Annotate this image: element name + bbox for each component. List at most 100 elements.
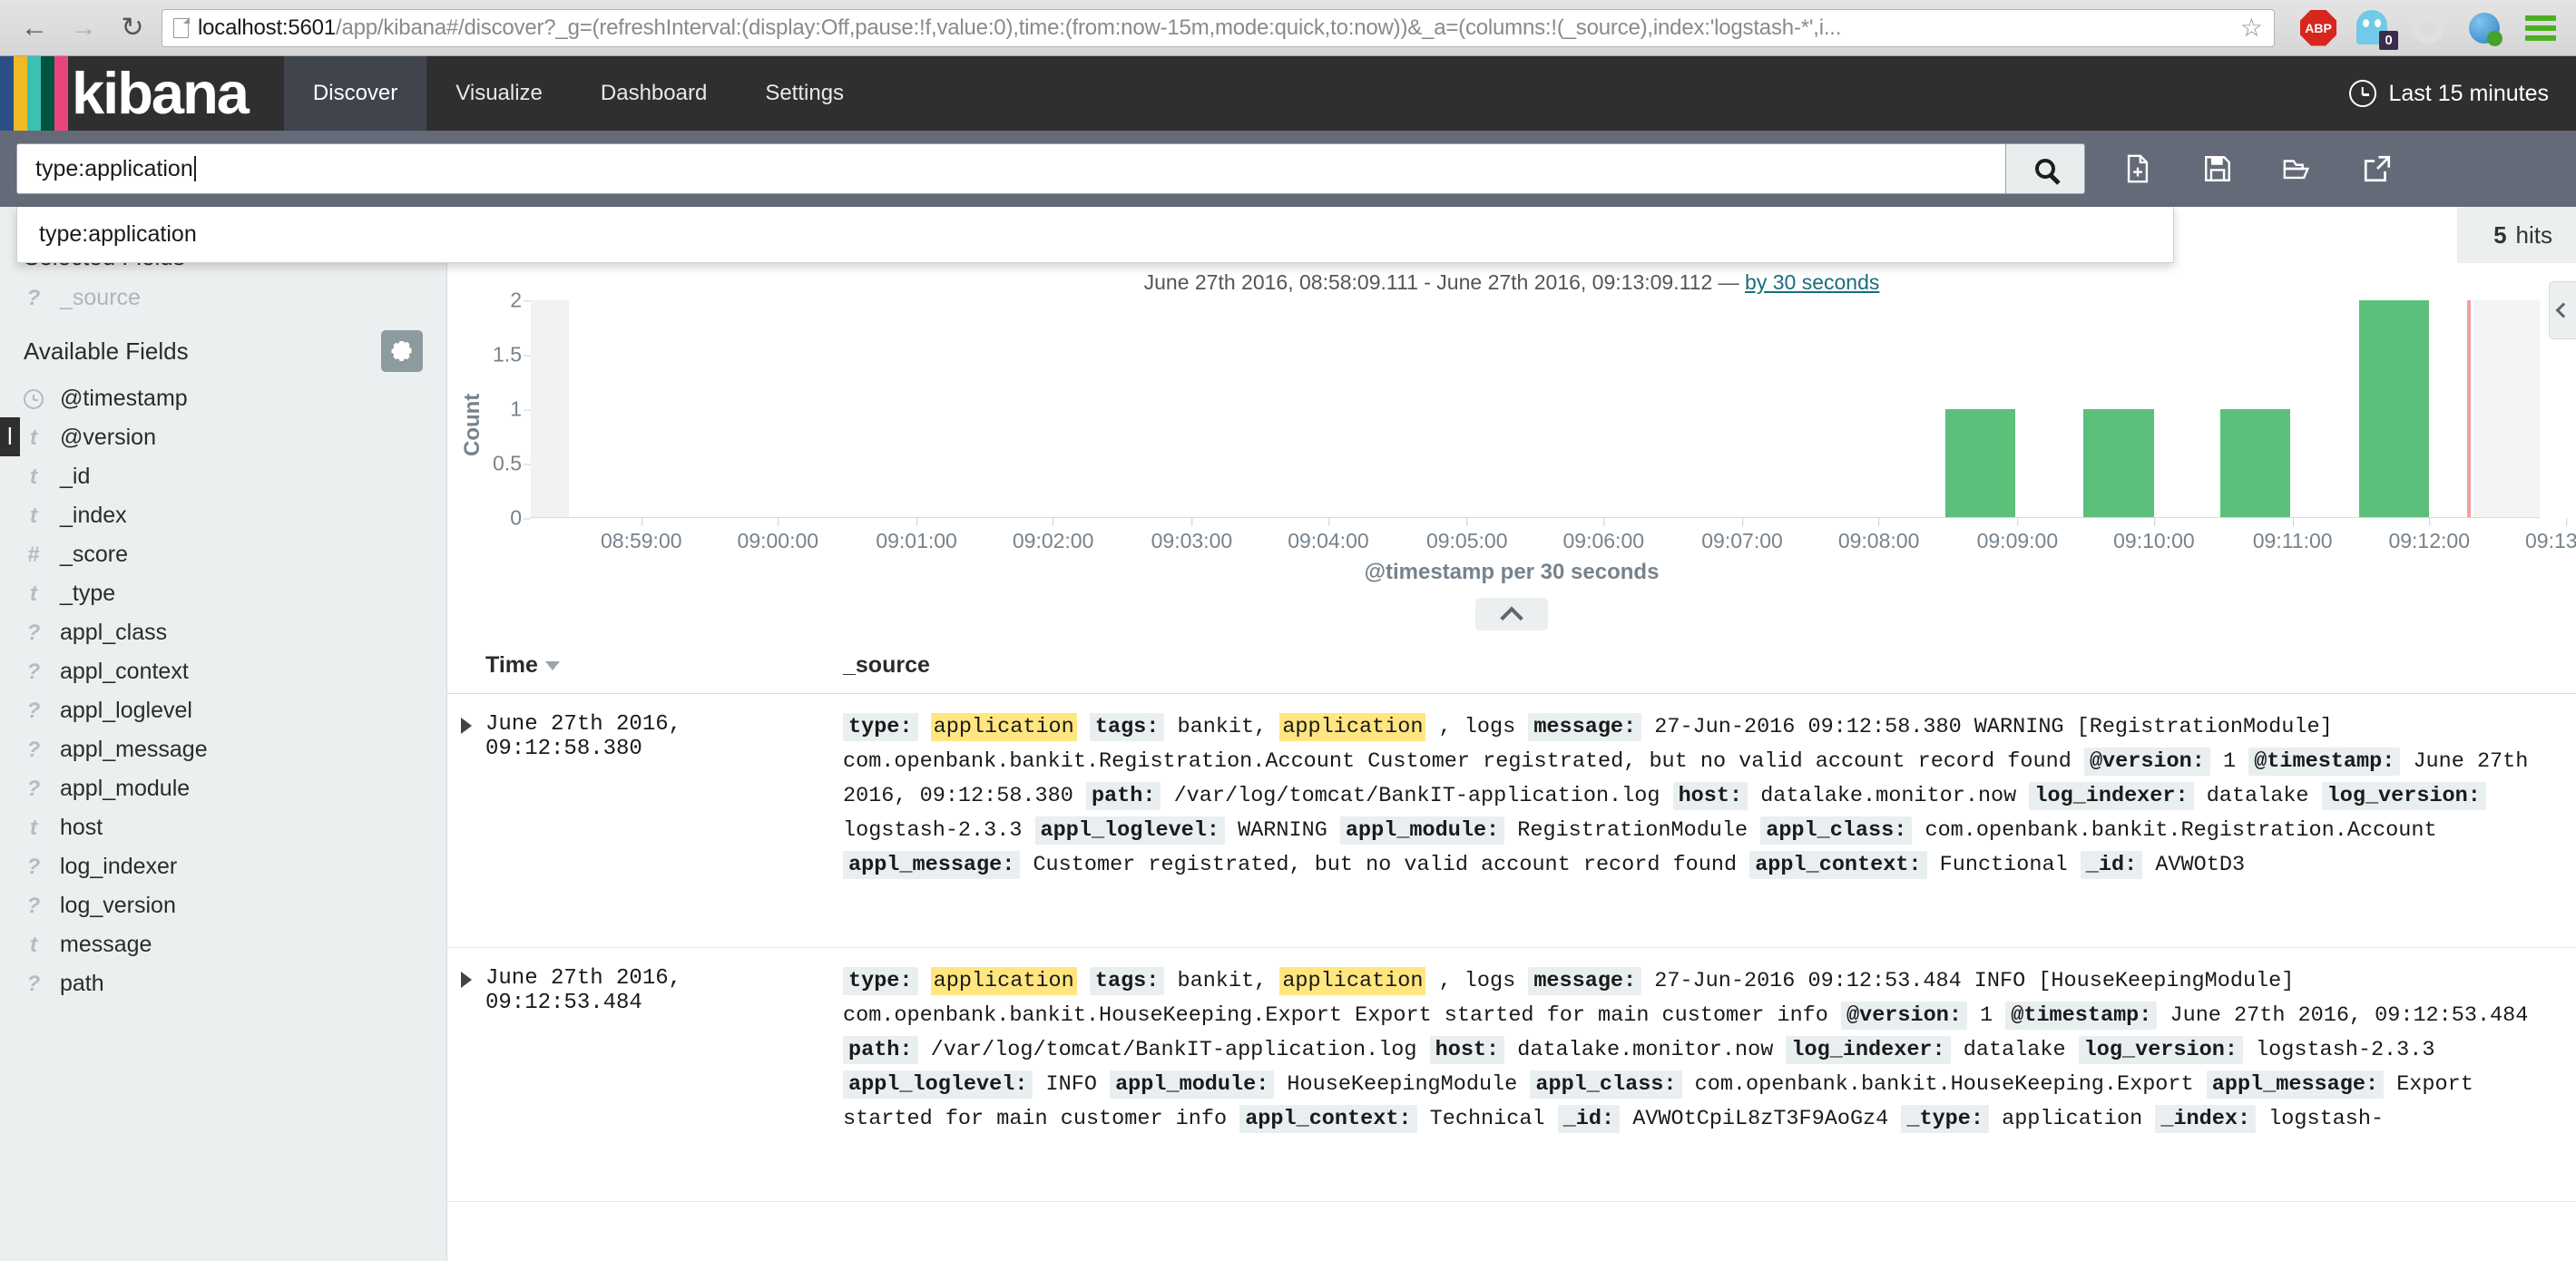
- field-label: _index: [60, 503, 127, 529]
- open-search-button[interactable]: [2258, 131, 2337, 207]
- ring-icon[interactable]: [2413, 10, 2449, 46]
- field-item-message[interactable]: tmessage: [0, 925, 446, 964]
- x-tick: 09:05:00: [1426, 529, 1508, 553]
- text-cursor: [194, 156, 196, 181]
- globe-icon[interactable]: [2469, 10, 2505, 46]
- collapse-chart-button[interactable]: [1475, 598, 1548, 630]
- field-value: com.openbank.bankit.Registration.Account: [1925, 818, 2436, 843]
- time-picker[interactable]: Last 15 minutes: [2349, 56, 2576, 131]
- logo-wordmark: kibana: [68, 56, 284, 131]
- bar-1030[interactable]: [2083, 409, 2153, 518]
- field-item-appl-class[interactable]: ?appl_class: [0, 613, 446, 652]
- field-key: message:: [1528, 967, 1641, 995]
- address-bar[interactable]: localhost:5601/app/kibana#/discover?_g=(…: [162, 9, 2275, 47]
- available-fields-title: Available Fields: [24, 337, 189, 366]
- typeahead-option[interactable]: type:application: [17, 207, 2173, 262]
- search-match: application: [931, 967, 1077, 995]
- field-item-host[interactable]: thost: [0, 808, 446, 847]
- field-label: log_version: [60, 893, 176, 919]
- y-axis-ticks: 2 1.5 1 0.5 0: [489, 300, 531, 518]
- chevron-up-icon: [1500, 607, 1523, 630]
- field-key: appl_loglevel:: [843, 1070, 1033, 1099]
- row-time: June 27th 2016, 09:12:58.380: [485, 710, 843, 947]
- table-row[interactable]: June 27th 2016, 09:12:53.484 type: appli…: [447, 948, 2576, 1202]
- forward-arrow-icon[interactable]: →: [64, 8, 103, 48]
- field-item-version[interactable]: t@version: [0, 418, 446, 457]
- star-icon[interactable]: ☆: [2240, 13, 2263, 43]
- tab-visualize[interactable]: Visualize: [426, 56, 572, 131]
- field-type-unknown-icon: ?: [24, 660, 44, 685]
- plot-area: [531, 300, 2540, 518]
- bar-1130[interactable]: [2220, 409, 2290, 518]
- bar-partial-start: [531, 300, 569, 517]
- x-tick: 09:06:00: [1563, 529, 1645, 553]
- x-tick: 09:07:00: [1701, 529, 1783, 553]
- field-key: @version:: [2084, 748, 2210, 776]
- search-submit-button[interactable]: [2005, 143, 2085, 194]
- back-arrow-icon[interactable]: ←: [15, 8, 54, 48]
- field-item-appl-context[interactable]: ?appl_context: [0, 652, 446, 691]
- field-label: path: [60, 971, 104, 997]
- field-type-string-icon: t: [24, 582, 44, 607]
- share-button[interactable]: [2337, 131, 2417, 207]
- field-type-unknown-icon: ?: [24, 894, 44, 919]
- field-key: appl_message:: [843, 851, 1020, 879]
- field-item-appl-loglevel[interactable]: ?appl_loglevel: [0, 691, 446, 730]
- field-item-appl-message[interactable]: ?appl_message: [0, 730, 446, 769]
- field-settings-button[interactable]: [381, 330, 423, 372]
- table-row[interactable]: June 27th 2016, 09:12:58.380 type: appli…: [447, 694, 2576, 948]
- save-search-button[interactable]: [2178, 131, 2258, 207]
- kibana-logo[interactable]: kibana: [0, 56, 284, 131]
- field-key: appl_loglevel:: [1035, 816, 1225, 845]
- tab-dashboard[interactable]: Dashboard: [572, 56, 736, 131]
- field-item-type[interactable]: t_type: [0, 574, 446, 613]
- field-item-index[interactable]: t_index: [0, 496, 446, 535]
- field-key: appl_class:: [1530, 1070, 1681, 1099]
- menu-icon[interactable]: [2525, 10, 2561, 46]
- logo-color-bars: [0, 56, 68, 131]
- x-tick: 09:04:00: [1288, 529, 1369, 553]
- truncation-fade: [843, 905, 2576, 947]
- field-value: datalake.monitor.now: [1517, 1038, 1773, 1062]
- field-item-path[interactable]: ?path: [0, 964, 446, 1003]
- gear-icon: [391, 340, 413, 362]
- histogram-chart: Count 2 1.5 1 0.5 0: [447, 300, 2576, 518]
- x-tick: 08:59:00: [601, 529, 682, 553]
- x-tick: 09:03:00: [1151, 529, 1233, 553]
- field-item-score[interactable]: #_score: [0, 535, 446, 574]
- tab-settings[interactable]: Settings: [736, 56, 873, 131]
- x-axis-ticks: 08:59:00 09:00:00 09:01:00 09:02:00 09:0…: [531, 518, 2540, 554]
- field-sidebar: l Selected Fields ? _source Available Fi…: [0, 207, 446, 1261]
- field-item-timestamp[interactable]: @timestamp: [0, 379, 446, 418]
- new-search-button[interactable]: [2098, 131, 2178, 207]
- bar-0930[interactable]: [1945, 409, 2015, 518]
- reload-icon[interactable]: ↻: [113, 8, 152, 48]
- bar-1230[interactable]: [2359, 300, 2429, 517]
- x-tick: 09:01:00: [876, 529, 957, 553]
- search-input-value: type:application: [35, 156, 193, 182]
- field-item-id[interactable]: t_id: [0, 457, 446, 496]
- expand-row-button[interactable]: [447, 964, 485, 1201]
- field-item-source[interactable]: ? _source: [0, 279, 446, 318]
- field-item-log-indexer[interactable]: ?log_indexer: [0, 847, 446, 886]
- expand-row-button[interactable]: [447, 710, 485, 947]
- field-key: appl_class:: [1760, 816, 1912, 845]
- field-type-unknown-icon: ?: [24, 699, 44, 724]
- field-item-appl-module[interactable]: ?appl_module: [0, 769, 446, 808]
- adblock-plus-icon[interactable]: ABP: [2300, 10, 2336, 46]
- field-value: Customer registrated, but no valid accou…: [1033, 853, 1737, 877]
- field-item-log-version[interactable]: ? log_version: [0, 886, 446, 925]
- x-tick: 09:00:00: [738, 529, 819, 553]
- tab-discover[interactable]: Discover: [284, 56, 426, 131]
- search-input[interactable]: type:application: [16, 143, 2005, 194]
- field-value: datalake: [1964, 1038, 2066, 1062]
- row-source: type: application tags: bankit, applicat…: [843, 964, 2576, 1201]
- chart-interval-link[interactable]: by 30 seconds: [1745, 270, 1879, 294]
- collapse-sidebar-button[interactable]: [2549, 281, 2576, 339]
- ghostery-icon[interactable]: 0: [2356, 10, 2393, 46]
- column-header-time[interactable]: Time: [485, 652, 843, 679]
- field-value: logstash-2.3.3: [843, 818, 1022, 843]
- discover-panel: 5hits June 27th 2016, 08:58:09.111 - Jun…: [446, 207, 2576, 1261]
- field-value: Technical: [1430, 1107, 1545, 1131]
- field-key: appl_context:: [1749, 851, 1926, 879]
